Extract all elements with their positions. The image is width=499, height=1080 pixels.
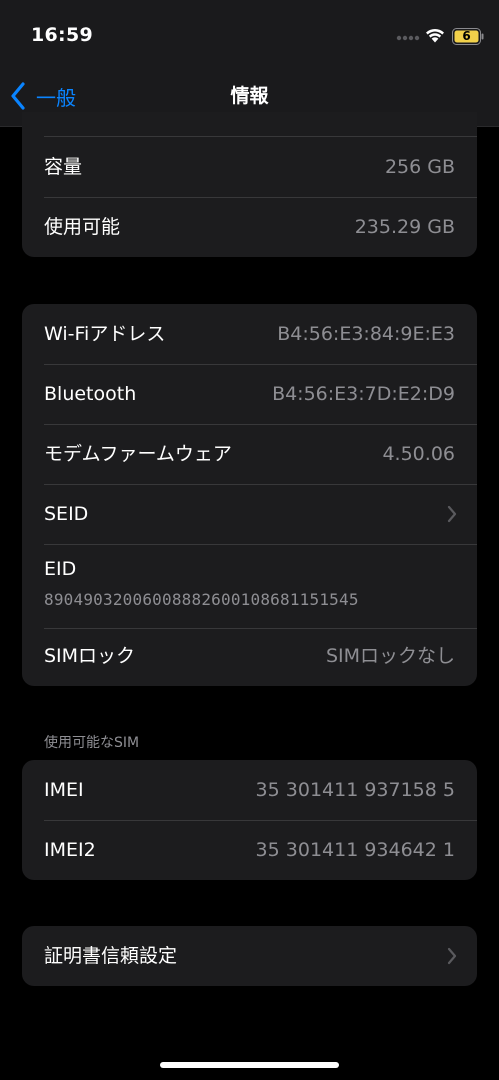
sim-lock-row[interactable]: SIMロック SIMロックなし bbox=[22, 626, 477, 686]
available-value: 235.29 GB bbox=[354, 216, 455, 238]
imei2-value: 35 301411 934642 1 bbox=[255, 839, 455, 861]
battery-level: 6 bbox=[462, 29, 471, 43]
home-indicator[interactable] bbox=[160, 1062, 339, 1068]
certificate-trust-settings-label: 証明書信頼設定 bbox=[44, 945, 178, 967]
chevron-right-icon bbox=[447, 505, 457, 523]
storage-group: 容量 256 GB 使用可能 235.29 GB bbox=[22, 112, 477, 257]
imei-value: 35 301411 937158 5 bbox=[255, 779, 455, 801]
eid-label: EID bbox=[44, 558, 77, 580]
eid-value: 89049032006008882600108681151545 bbox=[44, 590, 359, 609]
capacity-label: 容量 bbox=[44, 156, 83, 178]
chevron-right-icon bbox=[447, 947, 457, 965]
capacity-row: 容量 256 GB bbox=[22, 137, 477, 197]
status-time: 16:59 bbox=[31, 24, 93, 46]
imei-row[interactable]: IMEI 35 301411 937158 5 bbox=[22, 760, 477, 820]
imei-label: IMEI bbox=[44, 779, 84, 801]
modem-firmware-row[interactable]: モデムファームウェア 4.50.06 bbox=[22, 424, 477, 484]
bluetooth-row[interactable]: Bluetooth B4:56:E3:7D:E2:D9 bbox=[22, 364, 477, 424]
wifi-address-value: B4:56:E3:84:9E:E3 bbox=[277, 323, 455, 345]
wifi-icon bbox=[426, 28, 444, 43]
sim-lock-label: SIMロック bbox=[44, 645, 136, 667]
eid-row[interactable]: EID 89049032006008882600108681151545 bbox=[22, 544, 477, 628]
status-bar: 16:59 6 bbox=[0, 0, 499, 68]
certificate-group: 証明書信頼設定 bbox=[22, 926, 477, 986]
available-label: 使用可能 bbox=[44, 216, 121, 238]
chevron-left-icon bbox=[11, 82, 25, 110]
wifi-address-label: Wi-Fiアドレス bbox=[44, 323, 166, 345]
capacity-value: 256 GB bbox=[384, 156, 455, 178]
imei2-row[interactable]: IMEI2 35 301411 934642 1 bbox=[22, 820, 477, 880]
signal-dots-icon bbox=[396, 35, 420, 41]
modem-firmware-label: モデムファームウェア bbox=[44, 443, 232, 465]
section-header-available-sim: 使用可能なSIM bbox=[44, 735, 140, 751]
back-label: 一般 bbox=[36, 85, 76, 110]
network-group: Wi-Fiアドレス B4:56:E3:84:9E:E3 Bluetooth B4… bbox=[22, 304, 477, 686]
certificate-trust-settings-row[interactable]: 証明書信頼設定 bbox=[22, 926, 477, 986]
back-button[interactable]: 一般 bbox=[10, 80, 76, 112]
bluetooth-label: Bluetooth bbox=[44, 383, 137, 405]
wifi-address-row[interactable]: Wi-Fiアドレス B4:56:E3:84:9E:E3 bbox=[22, 304, 477, 364]
sim-group: IMEI 35 301411 937158 5 IMEI2 35 301411 … bbox=[22, 760, 477, 880]
imei2-label: IMEI2 bbox=[44, 839, 96, 861]
bluetooth-value: B4:56:E3:7D:E2:D9 bbox=[272, 383, 455, 405]
sim-lock-value: SIMロックなし bbox=[325, 645, 455, 667]
seid-row[interactable]: SEID bbox=[22, 484, 477, 544]
battery-icon: 6 bbox=[452, 28, 484, 45]
modem-firmware-value: 4.50.06 bbox=[382, 443, 455, 465]
seid-label: SEID bbox=[44, 503, 89, 525]
available-row: 使用可能 235.29 GB bbox=[22, 197, 477, 257]
